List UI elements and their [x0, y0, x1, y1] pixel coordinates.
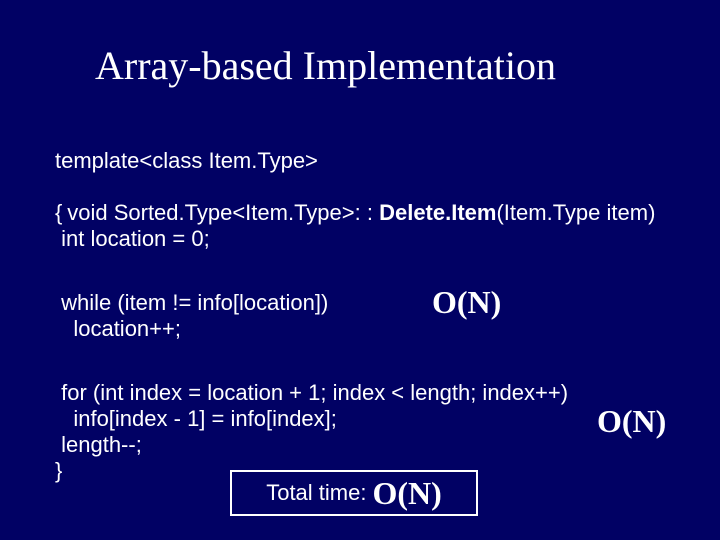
total-time-value: O(N): [372, 475, 441, 512]
code-line-5: while (item != info[location]): [55, 290, 328, 316]
code-line-7: for (int index = location + 1; index < l…: [55, 380, 568, 406]
code-line-8: info[index - 1] = info[index];: [55, 406, 337, 432]
complexity-annotation-1: O(N): [432, 284, 501, 321]
code-line-3: {: [55, 200, 62, 226]
total-time-label: Total time:: [266, 480, 366, 506]
code-line-6: location++;: [55, 316, 181, 342]
code-line-10: }: [55, 458, 62, 484]
complexity-annotation-2: O(N): [597, 403, 666, 440]
code-line-1: template<class Item.Type>: [55, 148, 318, 174]
code-line-2c: (Item.Type item): [496, 200, 655, 225]
code-line-4: int location = 0;: [55, 226, 210, 252]
code-line-2: void Sorted.Type<Item.Type>: : Delete.It…: [55, 174, 655, 226]
code-line-9: length--;: [55, 432, 142, 458]
code-line-2b: Delete.Item: [379, 200, 496, 225]
code-line-2a: void Sorted.Type<Item.Type>: :: [67, 200, 379, 225]
slide-title: Array-based Implementation: [95, 42, 556, 89]
total-time-box: Total time: O(N): [230, 470, 478, 516]
